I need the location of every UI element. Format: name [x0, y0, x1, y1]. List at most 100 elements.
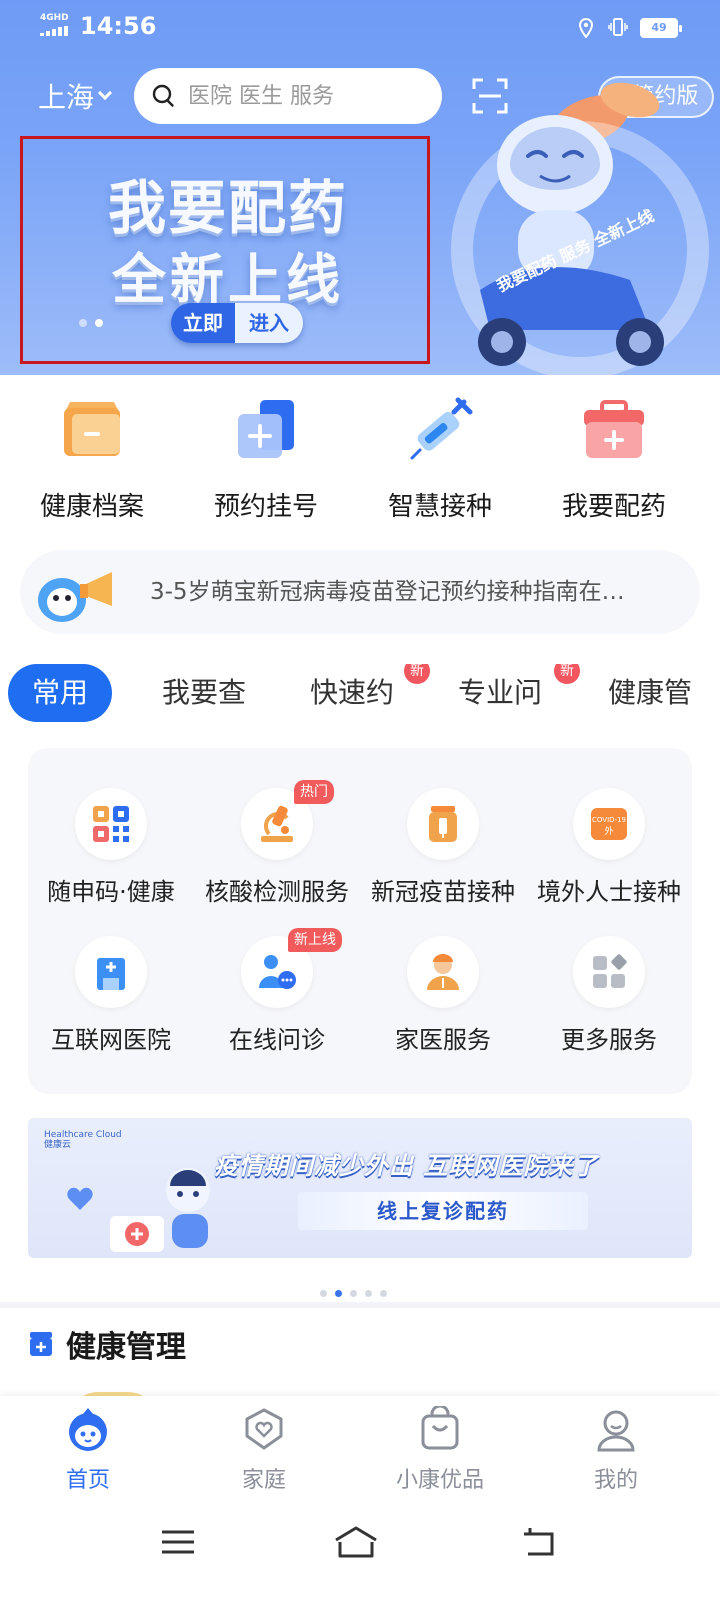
more-grid-icon: [593, 954, 627, 988]
nav-label: 首页: [65, 1468, 110, 1493]
shopping-bag-icon: [421, 1404, 459, 1450]
city-label: 上海: [38, 81, 95, 114]
quick-entry-health-record[interactable]: 健康档案: [4, 380, 180, 523]
syringe-icon: [410, 397, 473, 460]
service-label: 境外人士接种: [537, 878, 681, 906]
hospital-icon: [97, 958, 125, 990]
tab-quick-book[interactable]: 快速约: [310, 664, 394, 722]
vibrate-icon: [608, 18, 628, 36]
search-bar[interactable]: [134, 68, 442, 124]
tab-new-badge: 新: [404, 664, 430, 684]
service-label: 随申码·健康: [47, 878, 175, 906]
section-divider: [0, 1302, 720, 1308]
quick-entry-vaccination[interactable]: 智慧接种: [352, 380, 528, 523]
service-item[interactable]: COVID-19 外 境外人士接种: [526, 788, 692, 907]
mascot-scooter-illustration: 我要配药 服务 全新上线: [451, 82, 709, 375]
mascot-megaphone-icon: [38, 572, 112, 622]
service-label: 核酸检测服务: [205, 878, 349, 906]
service-grid: 随申码·健康 热门 核酸检测服务 新冠疫苗接种 COVID-19 外 境外人士接…: [28, 748, 692, 1094]
microscope-icon: [261, 805, 293, 842]
nav-label: 我的: [593, 1468, 638, 1493]
banner-pagination: [79, 319, 103, 327]
tab-health-manage[interactable]: 健康管: [608, 664, 692, 722]
hero-section: 4GHD 14:56 49 上海 ⇋简约版 我要配药 全新上线 立即 进入: [0, 0, 720, 375]
family-doctor-icon: [427, 954, 459, 990]
doctor-chat-icon: [259, 955, 296, 989]
nav-label: 家庭: [241, 1468, 286, 1493]
home-mascot-icon: [69, 1408, 107, 1451]
battery-level: 49: [642, 20, 676, 36]
family-heart-icon: [245, 1408, 283, 1450]
quick-entry-label: 预约挂号: [213, 492, 318, 522]
service-label: 家医服务: [395, 1026, 491, 1054]
banner-cta-right: 进入: [235, 303, 303, 343]
covid-vaccine-icon: COVID-19 外: [591, 808, 627, 840]
banner-title: 我要配药: [107, 174, 348, 242]
signal-icon: [40, 26, 72, 36]
promo-card[interactable]: Healthcare Cloud 健康云 疫情期间减少外出 互联网医院来了 线上…: [28, 1118, 692, 1258]
nav-family[interactable]: 家庭: [204, 1406, 324, 1494]
nav-profile[interactable]: 我的: [556, 1406, 676, 1494]
promo-pagination: [320, 1290, 387, 1297]
service-item[interactable]: 更多服务: [526, 936, 692, 1055]
promo-pill: 线上复诊配药: [298, 1192, 588, 1230]
status-bar: 4GHD 14:56 49: [0, 0, 720, 56]
service-item[interactable]: 新上线 在线问诊: [194, 928, 360, 1055]
service-label: 在线问诊: [229, 1026, 325, 1054]
folder-icon: [64, 402, 120, 456]
medicine-kit-icon: [584, 400, 644, 458]
nav-home[interactable]: 首页: [28, 1406, 148, 1494]
health-management-header: 健康管理: [28, 1322, 186, 1366]
service-label: 新冠疫苗接种: [371, 878, 515, 906]
health-management-icon: [30, 1332, 52, 1356]
tab-new-badge: 新: [554, 664, 580, 684]
hot-badge: 热门: [294, 780, 334, 804]
service-item[interactable]: 热门 核酸检测服务: [194, 780, 360, 907]
service-item[interactable]: 家医服务: [360, 936, 526, 1055]
vaccine-bottle-icon: [429, 806, 457, 842]
system-nav-bar: [0, 1496, 720, 1600]
section-title: 健康管理: [66, 1330, 186, 1365]
city-selector[interactable]: 上海: [38, 76, 113, 116]
covid-icon-text: COVID-19: [592, 816, 626, 824]
quick-entry-label: 健康档案: [39, 492, 144, 522]
bottom-nav: 首页 家庭 小康优品 我的: [0, 1396, 720, 1496]
quick-entry-appointment[interactable]: 预约挂号: [178, 380, 354, 523]
chevron-down-icon: [97, 85, 113, 101]
quick-entry-label: 我要配药: [561, 492, 666, 522]
nav-label: 小康优品: [395, 1468, 484, 1493]
status-time: 14:56: [80, 12, 157, 40]
home-icon[interactable]: [332, 1522, 380, 1562]
service-label: 更多服务: [561, 1026, 657, 1054]
banner-cta-left: 立即: [171, 303, 235, 343]
profile-icon: [597, 1410, 635, 1452]
appointment-icon: [238, 400, 294, 458]
search-input[interactable]: [188, 83, 418, 109]
location-icon: [578, 18, 594, 38]
new-online-badge: 新上线: [288, 928, 342, 952]
notice-bar[interactable]: 3-5岁萌宝新冠病毒疫苗登记预约接种指南在…: [20, 550, 700, 634]
menu-icon[interactable]: [158, 1522, 198, 1562]
qr-code-icon: [93, 806, 129, 842]
service-item[interactable]: 互联网医院: [28, 936, 194, 1055]
covid-icon-sub: 外: [604, 825, 613, 837]
promo-banner[interactable]: 我要配药 全新上线 立即 进入: [20, 136, 430, 364]
quick-entries: 健康档案 预约挂号 智慧接种 我要配药: [0, 380, 720, 530]
notice-text: 3-5岁萌宝新冠病毒疫苗登记预约接种指南在…: [150, 579, 625, 605]
tab-common[interactable]: 常用: [8, 664, 113, 722]
back-icon[interactable]: [520, 1522, 560, 1562]
promo-illustration: [67, 1168, 210, 1252]
banner-enter-button[interactable]: 立即 进入: [171, 303, 303, 343]
service-item[interactable]: 新冠疫苗接种: [360, 788, 526, 907]
promo-title: 疫情期间减少外出 互联网医院来了: [214, 1152, 599, 1180]
quick-entry-medicine[interactable]: 我要配药: [526, 380, 702, 523]
service-label: 互联网医院: [51, 1026, 171, 1054]
service-tabs: 常用 我要查 快速约 新 专业问 新 健康管: [0, 664, 720, 728]
tab-consult[interactable]: 专业问: [458, 664, 542, 722]
nav-shop[interactable]: 小康优品: [380, 1404, 500, 1494]
battery-icon: 49: [640, 18, 682, 38]
network-type: 4GHD: [40, 13, 69, 23]
service-item[interactable]: 随申码·健康: [28, 788, 194, 907]
quick-entry-label: 智慧接种: [387, 492, 492, 522]
tab-query[interactable]: 我要查: [162, 664, 246, 722]
